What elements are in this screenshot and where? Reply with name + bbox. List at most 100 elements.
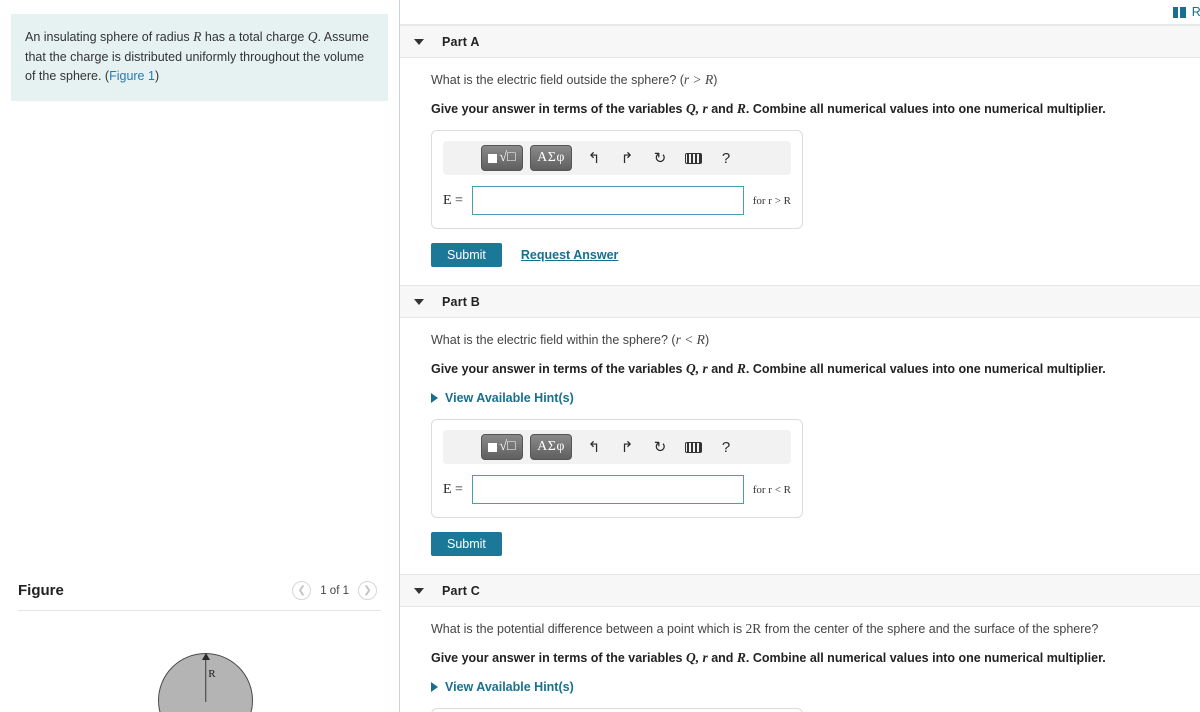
answer-row-b: E = for r < R [443,475,791,504]
instruction-pre-a: Give your answer in terms of the variabl… [431,102,686,116]
math-toolbar-a: √□ ΑΣφ ↰ ↱ ↻ ? [443,141,791,175]
caret-right-icon [431,393,438,403]
request-answer-link-a[interactable]: Request Answer [521,248,618,262]
part-label-b: Part B [442,294,481,309]
template-square-icon [488,153,498,163]
keyboard-icon-b[interactable] [678,434,708,460]
problem-text-1: An insulating sphere of radius [25,30,194,44]
view-hints-label-b: View Available Hint(s) [445,391,574,405]
help-question-icon-b[interactable]: ? [711,434,741,460]
greek-letters-button-b[interactable]: ΑΣφ [530,434,572,460]
template-square-icon [488,442,498,452]
instruction-mid-c: and [707,651,737,665]
redo-arrow-icon-a[interactable]: ↱ [612,145,642,171]
condition-label-b: for r < R [752,483,791,496]
figure-header: Figure ❮ 1 of 1 ❯ [0,573,399,608]
part-header-c[interactable]: Part C [400,574,1200,607]
figure-1-link[interactable]: Figure 1 [109,69,155,83]
question-text-a: What is the electric field outside the s… [431,72,1200,88]
question-var-b: r < R [675,332,705,347]
answer-box-b: √□ ΑΣφ ↰ ↱ ↻ ? E = for r < R [431,419,803,518]
radius-line [204,657,207,702]
question-var-c: 2R [745,621,762,636]
question-pre-c: What is the potential difference between… [431,622,746,636]
math-toolbar-b: √□ ΑΣφ ↰ ↱ ↻ ? [443,430,791,464]
part-header-a[interactable]: Part A [400,25,1200,58]
instruction-post-b: . Combine all numerical values into one … [745,362,1106,376]
part-label-c: Part C [442,583,481,598]
view-hints-label-c: View Available Hint(s) [445,680,574,694]
instruction-vars-c: Q, r [685,650,708,665]
instruction-text-a: Give your answer in terms of the variabl… [431,101,1200,117]
caret-down-icon[interactable] [414,587,424,594]
figure-panel: Figure ❮ 1 of 1 ❯ R Insulator [0,573,399,712]
question-var-a: r > R [683,72,714,87]
keyboard-icon-a[interactable] [678,145,708,171]
caret-down-icon[interactable] [414,38,424,45]
question-pre-a: What is the electric field outside the s… [431,73,684,87]
figure-canvas: R Insulator [0,611,399,712]
review-link[interactable]: Rev [1172,5,1200,19]
help-question-icon-a[interactable]: ? [711,145,741,171]
insulating-sphere-diagram: R Insulator [158,653,253,712]
instruction-pre-b: Give your answer in terms of the variabl… [431,362,686,376]
book-icon [1172,6,1186,18]
radius-label: R [208,668,216,680]
math-template-button-a[interactable]: √□ [481,145,523,171]
answer-input-a[interactable] [471,186,744,215]
part-body-c: What is the potential difference between… [400,607,1200,712]
problem-panel: An insulating sphere of radius R has a t… [0,0,400,712]
view-hints-link-c[interactable]: View Available Hint(s) [431,680,574,694]
problem-var-Q: Q [307,29,318,44]
part-header-b[interactable]: Part B [400,285,1200,318]
math-template-button-b[interactable]: √□ [481,434,523,460]
reset-circular-arrow-icon-a[interactable]: ↻ [645,145,675,171]
instruction-var2-a: R [736,101,746,116]
question-post-c: from the center of the sphere and the su… [761,622,1099,636]
submit-button-b[interactable]: Submit [431,532,502,556]
submit-button-a[interactable]: Submit [431,243,502,267]
caret-down-icon[interactable] [414,298,424,305]
problem-text-2: has a total charge [201,30,308,44]
problem-text-4: ) [154,69,160,84]
undo-arrow-icon-a[interactable]: ↰ [579,145,609,171]
top-bar: Rev [400,0,1200,25]
answer-row-a: E = for r > R [443,186,791,215]
undo-arrow-icon-b[interactable]: ↰ [579,434,609,460]
figure-navigation: ❮ 1 of 1 ❯ [292,581,377,600]
homework-page: An insulating sphere of radius R has a t… [0,0,1200,712]
chevron-right-icon[interactable]: ❯ [358,581,377,600]
main-content: Rev Part A What is the electric field ou… [400,0,1200,712]
problem-statement: An insulating sphere of radius R has a t… [11,14,388,101]
chevron-left-icon[interactable]: ❮ [292,581,312,600]
answer-label-a: E = [443,192,463,208]
button-row-a: Submit Request Answer [431,243,1200,267]
instruction-text-c: Give your answer in terms of the variabl… [431,650,1200,666]
instruction-post-c: . Combine all numerical values into one … [745,651,1106,665]
instruction-vars-a: Q, r [685,101,708,116]
question-post-b: ) [704,333,710,347]
question-post-a: ) [713,73,718,87]
reset-circular-arrow-icon-b[interactable]: ↻ [645,434,675,460]
radius-arrow-icon [201,653,210,660]
question-text-c: What is the potential difference between… [431,621,1200,637]
view-hints-link-b[interactable]: View Available Hint(s) [431,391,574,405]
answer-box-c: √□ ΑΣφ ↰ ↱ ↻ ? [431,708,803,712]
template-root-icon: √□ [499,439,516,454]
figure-title: Figure [18,582,64,599]
answer-input-b[interactable] [471,475,744,504]
greek-letters-button-a[interactable]: ΑΣφ [530,145,572,171]
question-pre-b: What is the electric field within the sp… [431,333,676,347]
instruction-mid-b: and [707,362,737,376]
answer-box-a: √□ ΑΣφ ↰ ↱ ↻ ? E = for r > R [431,130,803,229]
instruction-var2-c: R [736,650,746,665]
redo-arrow-icon-b[interactable]: ↱ [612,434,642,460]
figure-counter: 1 of 1 [320,584,349,597]
part-body-a: What is the electric field outside the s… [400,58,1200,285]
part-label-a: Part A [442,34,480,49]
question-text-b: What is the electric field within the sp… [431,332,1200,348]
instruction-text-b: Give your answer in terms of the variabl… [431,361,1200,377]
answer-label-b: E = [443,481,463,497]
instruction-var2-b: R [736,361,746,376]
part-body-b: What is the electric field within the sp… [400,318,1200,574]
